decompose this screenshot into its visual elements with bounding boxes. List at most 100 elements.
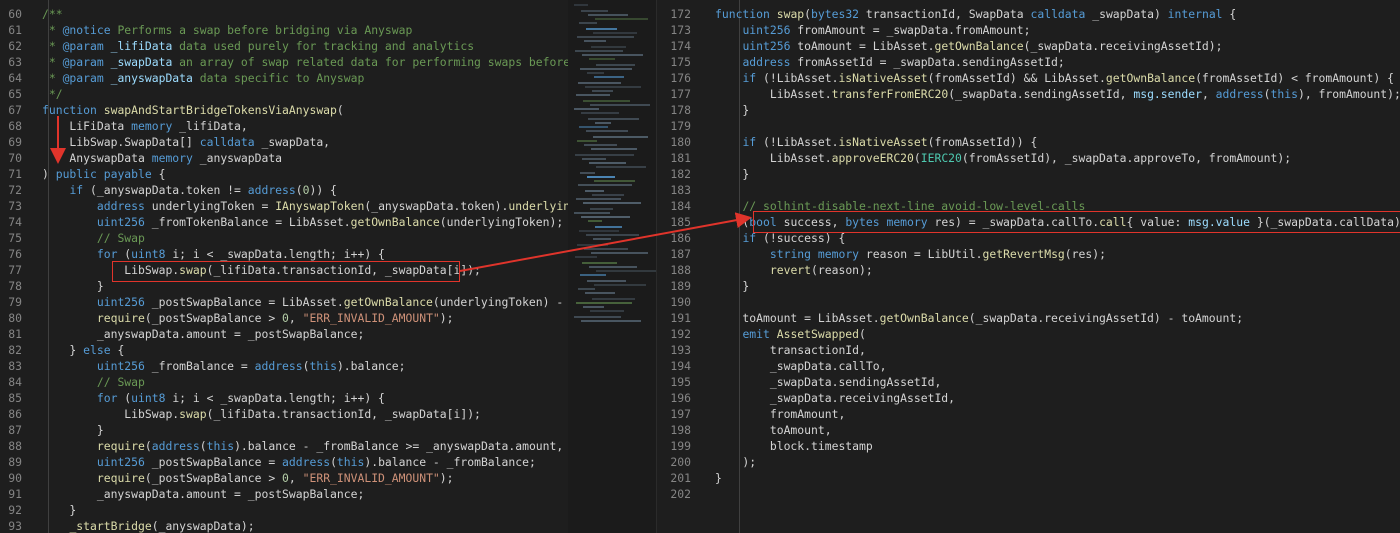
line-number: 69	[8, 135, 22, 149]
code-line[interactable]: 65 */	[0, 86, 568, 102]
minimap[interactable]	[568, 0, 656, 533]
code-line[interactable]: 180 if (!LibAsset.isNativeAsset(fromAsse…	[657, 134, 1400, 150]
code-line[interactable]: 201}	[657, 470, 1400, 486]
code-line[interactable]: 194 _swapData.callTo,	[657, 358, 1400, 374]
code-token: }	[715, 279, 750, 293]
code-line[interactable]: 84 // Swap	[0, 374, 568, 390]
code-token: isNativeAsset	[838, 71, 928, 85]
code-line[interactable]: 177 LibAsset.transferFromERC20(_swapData…	[657, 86, 1400, 102]
code-line[interactable]: 172 function swap(bytes32 transactionId, …	[657, 6, 1400, 22]
code-line[interactable]: 67 function swapAndStartBridgeTokensViaAn…	[0, 102, 568, 118]
highlight-box-low-level-call	[753, 211, 1400, 233]
code-line[interactable]: 70 AnyswapData memory _anyswapData	[0, 150, 568, 166]
code-line[interactable]: 192 emit AssetSwapped(	[657, 326, 1400, 342]
code-text: for (uint8 i; i < _swapData.length; i++)…	[42, 246, 385, 262]
code-line[interactable]: 195 _swapData.sendingAssetId,	[657, 374, 1400, 390]
code-line[interactable]: 73 address underlyingToken = IAnyswapTok…	[0, 198, 568, 214]
code-line[interactable]: 173 uint256 fromAmount = _swapData.fromA…	[657, 22, 1400, 38]
code-line[interactable]: 92 }	[0, 502, 568, 518]
code-line[interactable]: 62 * @param _lifiData data used purely f…	[0, 38, 568, 54]
code-line[interactable]: 174 uint256 toAmount = LibAsset.getOwnBa…	[657, 38, 1400, 54]
code-token: this	[1270, 87, 1298, 101]
code-line[interactable]: 178 }	[657, 102, 1400, 118]
code-token: _swapData.sendingAssetId,	[715, 375, 942, 389]
code-token: (	[1263, 87, 1271, 101]
line-number: 181	[670, 151, 691, 165]
code-token: (!LibAsset.	[756, 71, 839, 85]
code-line[interactable]: 193 transactionId,	[657, 342, 1400, 358]
code-line[interactable]: 197 fromAmount,	[657, 406, 1400, 422]
code-token: }	[715, 471, 722, 485]
code-line[interactable]: 199 block.timestamp	[657, 438, 1400, 454]
code-line[interactable]: 79 uint256 _postSwapBalance = LibAsset.g…	[0, 294, 568, 310]
minimap-stroke	[574, 316, 621, 318]
code-text: fromAmount,	[715, 406, 845, 422]
code-line[interactable]: 182 }	[657, 166, 1400, 182]
line-number: 193	[670, 343, 691, 357]
code-line[interactable]: 188 revert(reason);	[657, 262, 1400, 278]
code-line[interactable]: 89 uint256 _postSwapBalance = address(th…	[0, 454, 568, 470]
minimap-stroke	[577, 36, 634, 38]
code-line[interactable]: 183	[657, 182, 1400, 198]
line-number: 187	[670, 247, 691, 261]
code-line[interactable]: 87 }	[0, 422, 568, 438]
code-line[interactable]: 74 uint256 _fromTokenBalance = LibAsset.…	[0, 214, 568, 230]
left-editor-pane[interactable]: 60/** 61 * @notice Performs a swap before…	[0, 0, 568, 533]
code-token: require	[96, 311, 145, 325]
code-token: for	[96, 391, 118, 405]
code-token: ).balance - _fromBalance >= _anyswapData…	[234, 439, 568, 453]
code-line[interactable]: 198 toAmount,	[657, 422, 1400, 438]
code-line[interactable]: 86 LibSwap.swap(_lifiData.transactionId,…	[0, 406, 568, 422]
code-token: require	[96, 439, 145, 453]
code-line[interactable]: 202	[657, 486, 1400, 502]
code-line[interactable]: 71) public payable {	[0, 166, 568, 182]
code-line[interactable]: 175 address fromAssetId = _swapData.send…	[657, 54, 1400, 70]
line-number: 175	[670, 55, 691, 69]
code-line[interactable]: 68 LiFiData memory _lifiData,	[0, 118, 568, 134]
code-line[interactable]: 176 if (!LibAsset.isNativeAsset(fromAsse…	[657, 70, 1400, 86]
code-line[interactable]: 187 string memory reason = LibUtil.getRe…	[657, 246, 1400, 262]
code-token: data used purely for tracking and analyt…	[172, 39, 475, 53]
code-line[interactable]: 196 _swapData.receivingAssetId,	[657, 390, 1400, 406]
code-line[interactable]: 90 require(_postSwapBalance > 0, "ERR_IN…	[0, 470, 568, 486]
line-number: 79	[8, 295, 22, 309]
line-number: 191	[670, 311, 691, 325]
code-line[interactable]: 93 _startBridge(_anyswapData);	[0, 518, 568, 533]
code-line[interactable]: 200 );	[657, 454, 1400, 470]
line-number: 200	[670, 455, 691, 469]
code-line[interactable]: 64 * @param _anyswapData data specific t…	[0, 70, 568, 86]
code-token: swapAndStartBridgeTokensViaAnyswap	[103, 103, 337, 117]
code-line[interactable]: 181 LibAsset.approveERC20(IERC20(fromAss…	[657, 150, 1400, 166]
code-line[interactable]: 189 }	[657, 278, 1400, 294]
code-token: internal	[1167, 7, 1223, 21]
code-line[interactable]: 75 // Swap	[0, 230, 568, 246]
code-line[interactable]: 63 * @param _swapData an array of swap r…	[0, 54, 568, 70]
code-text: _swapData.sendingAssetId,	[715, 374, 941, 390]
code-line[interactable]: 61 * @notice Performs a swap before brid…	[0, 22, 568, 38]
code-line[interactable]: 69 LibSwap.SwapData[] calldata _swapData…	[0, 134, 568, 150]
code-line[interactable]: 60 /**	[0, 6, 568, 22]
code-line[interactable]: 82 } else {	[0, 342, 568, 358]
code-token: (fromAssetId), _swapData.approveTo, from…	[961, 151, 1292, 165]
code-line[interactable]: 80 require(_postSwapBalance > 0, "ERR_IN…	[0, 310, 568, 326]
code-line[interactable]: 76 for (uint8 i; i < _swapData.length; i…	[0, 246, 568, 262]
code-line[interactable]: 179	[657, 118, 1400, 134]
code-line[interactable]: 190	[657, 294, 1400, 310]
code-line[interactable]: 83 uint256 _fromBalance = address(this).…	[0, 358, 568, 374]
code-line[interactable]: 91 _anyswapData.amount = _postSwapBalanc…	[0, 486, 568, 502]
line-number: 176	[670, 71, 691, 85]
right-editor-pane[interactable]: 172 function swap(bytes32 transactionId, …	[656, 0, 1400, 533]
code-line[interactable]: 81 _anyswapData.amount = _postSwapBalanc…	[0, 326, 568, 342]
code-line[interactable]: 88 require(address(this).balance - _from…	[0, 438, 568, 454]
code-token: _anyswapData.amount = _postSwapBalance;	[42, 487, 365, 501]
code-text: _anyswapData.amount = _postSwapBalance;	[42, 486, 364, 502]
code-line[interactable]: 85 for (uint8 i; i < _swapData.length; i…	[0, 390, 568, 406]
code-token: }	[715, 167, 750, 181]
code-line[interactable]: 191 toAmount = LibAsset.getOwnBalance(_s…	[657, 310, 1400, 326]
code-line[interactable]: 72 if (_anyswapData.token != address(0))…	[0, 182, 568, 198]
minimap-stroke	[587, 72, 604, 74]
line-number: 60	[8, 7, 22, 21]
